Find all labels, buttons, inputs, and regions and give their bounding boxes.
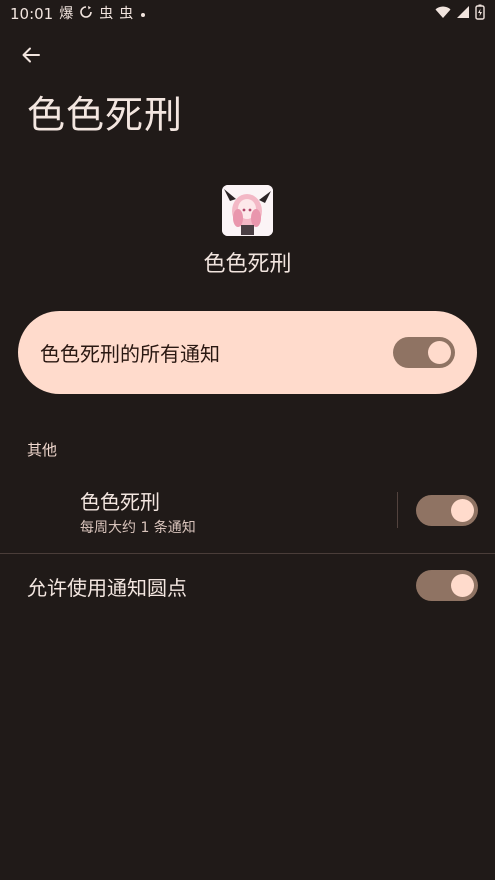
battery-icon <box>475 4 485 24</box>
all-notifications-toggle[interactable] <box>393 337 455 368</box>
signal-icon <box>456 5 470 23</box>
status-bar: 10:01 爆 虫 虫 <box>0 0 495 28</box>
toggle-thumb <box>428 341 451 364</box>
status-time: 10:01 <box>10 5 54 23</box>
all-notifications-card[interactable]: 色色死刑的所有通知 <box>18 311 477 394</box>
notification-dot-toggle[interactable] <box>416 570 478 601</box>
channel-toggle[interactable] <box>416 495 478 526</box>
wifi-icon <box>435 5 451 23</box>
section-header-other: 其他 <box>27 441 58 459</box>
notification-dot-row[interactable]: 允许使用通知圆点 <box>0 566 495 606</box>
page-title: 色色死刑 <box>27 93 184 137</box>
toggle-thumb <box>451 499 474 522</box>
dot-icon <box>139 5 147 23</box>
app-icon <box>222 185 273 236</box>
channel-title: 色色死刑 <box>80 490 160 514</box>
app-glyph-2: 虫 <box>99 6 114 22</box>
back-button[interactable] <box>14 42 48 72</box>
channel-row[interactable]: 色色死刑 每周大约 1 条通知 <box>0 480 495 544</box>
status-left: 10:01 爆 虫 虫 <box>10 5 147 23</box>
all-notifications-label: 色色死刑的所有通知 <box>40 342 220 366</box>
app-glyph-3: 虫 <box>119 6 134 22</box>
sync-icon <box>79 5 93 23</box>
vertical-divider <box>397 492 398 528</box>
app-name: 色色死刑 <box>203 252 292 277</box>
back-arrow-icon <box>21 45 41 69</box>
notification-dot-label: 允许使用通知圆点 <box>27 576 187 600</box>
app-glyph-1: 爆 <box>59 6 74 22</box>
channel-subtitle: 每周大约 1 条通知 <box>80 520 196 536</box>
status-right <box>435 4 485 24</box>
toggle-thumb <box>451 574 474 597</box>
divider <box>0 553 495 554</box>
